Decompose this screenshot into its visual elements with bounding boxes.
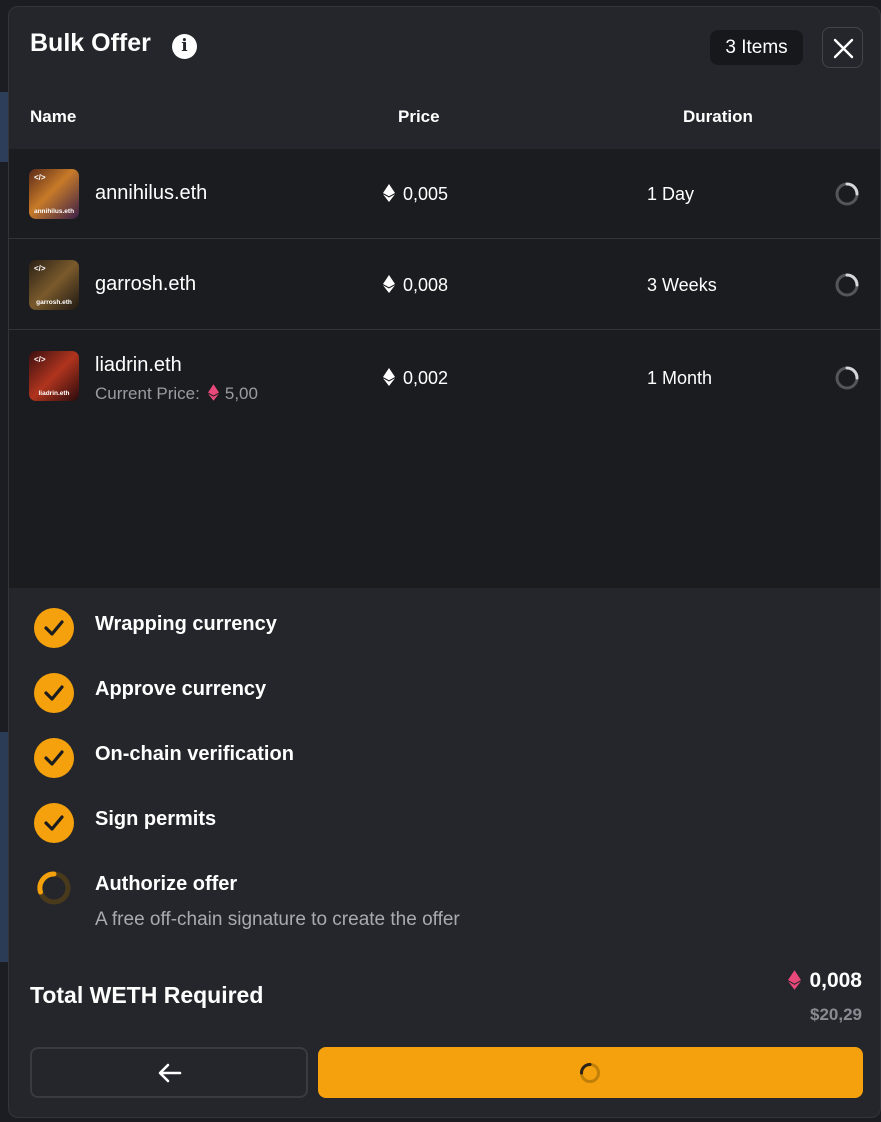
weth-icon (207, 384, 219, 401)
bulk-offer-modal: Bulk Offer i 3 Items Name Price Duration… (8, 6, 881, 1118)
modal-header: Bulk Offer i 3 Items (9, 7, 880, 89)
item-name: garrosh.eth (95, 273, 197, 295)
column-header-duration: Duration (683, 107, 753, 126)
step-label: Authorize offer (95, 873, 238, 895)
back-button[interactable] (30, 1047, 308, 1098)
offer-items-table: </> annihilus.eth annihilus.eth 0,005 1 … (9, 149, 880, 588)
step-sign-permits: Sign permits (9, 803, 880, 853)
item-duration: 1 Day (647, 184, 695, 204)
item-name: liadrin.eth (95, 354, 182, 376)
step-wrapping-currency: Wrapping currency (9, 608, 880, 658)
modal-title: Bulk Offer (30, 29, 151, 57)
spinner-icon (37, 871, 71, 905)
info-icon[interactable]: i (172, 34, 197, 59)
item-duration: 3 Weeks (647, 275, 717, 295)
eth-icon (383, 184, 395, 202)
column-header-name: Name (30, 107, 77, 126)
close-button[interactable] (822, 27, 863, 68)
item-duration: 1 Month (647, 368, 713, 388)
check-icon (34, 738, 74, 778)
item-price: 0,005 (383, 184, 448, 205)
step-label: Sign permits (95, 808, 217, 830)
item-name: annihilus.eth (95, 182, 208, 204)
table-row: </> garrosh.eth garrosh.eth 0,008 3 Week… (9, 240, 880, 330)
arrow-left-icon (158, 1063, 182, 1083)
nft-thumbnail: </> annihilus.eth (29, 169, 79, 219)
total-label: Total WETH Required (30, 982, 264, 1008)
check-icon (34, 608, 74, 648)
submit-offer-button[interactable] (318, 1047, 863, 1098)
step-description: A free off-chain signature to create the… (95, 909, 460, 930)
step-onchain-verification: On-chain verification (9, 738, 880, 788)
step-label: On-chain verification (95, 743, 294, 765)
step-label: Approve currency (95, 678, 267, 700)
items-count-badge: 3 Items (710, 30, 803, 65)
total-weth-amount: 0,008 (788, 969, 862, 993)
nft-thumbnail: </> garrosh.eth (29, 260, 79, 310)
eth-icon (383, 368, 395, 386)
spinner-icon (835, 366, 859, 390)
table-row: </> liadrin.eth liadrin.eth Current Pric… (9, 331, 880, 431)
check-icon (34, 803, 74, 843)
current-price: Current Price: 5,00 (95, 384, 258, 403)
eth-icon (383, 275, 395, 293)
weth-icon (788, 970, 802, 990)
spinner-icon (835, 182, 859, 206)
step-authorize-offer: Authorize offer A free off-chain signatu… (9, 868, 880, 948)
spinner-icon (835, 273, 859, 297)
column-header-price: Price (398, 107, 440, 126)
close-icon (833, 38, 854, 59)
item-price: 0,002 (383, 368, 448, 389)
nft-thumbnail: </> liadrin.eth (29, 351, 79, 401)
spinner-icon (580, 1063, 600, 1083)
step-approve-currency: Approve currency (9, 673, 880, 723)
check-icon (34, 673, 74, 713)
item-price: 0,008 (383, 275, 448, 296)
table-row: </> annihilus.eth annihilus.eth 0,005 1 … (9, 149, 880, 239)
total-usd-amount: $20,29 (810, 1005, 862, 1024)
step-label: Wrapping currency (95, 613, 277, 635)
